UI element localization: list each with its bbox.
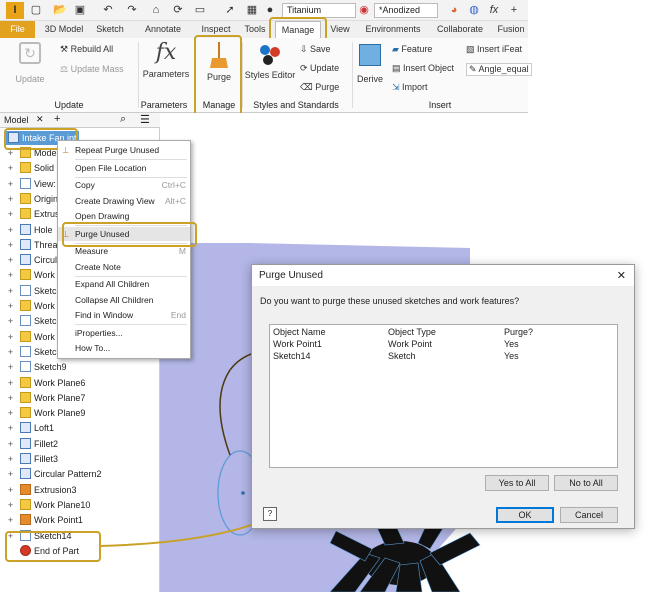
yes-to-all-button[interactable]: Yes to All <box>485 475 549 491</box>
row-type: Sketch <box>388 351 416 361</box>
no-to-all-button[interactable]: No to All <box>554 475 618 491</box>
col-purge[interactable]: Purge? <box>504 327 533 337</box>
row-purge[interactable]: Yes <box>504 339 519 349</box>
dialog-question: Do you want to purge these unused sketch… <box>260 296 520 306</box>
row-name[interactable]: Sketch14 <box>273 351 311 361</box>
close-icon[interactable]: ✕ <box>617 269 626 282</box>
dialog-body: Do you want to purge these unused sketch… <box>252 287 634 528</box>
row-name[interactable]: Work Point1 <box>273 339 322 349</box>
dialog-title: Purge Unused <box>252 265 634 287</box>
purge-list[interactable]: Object Name Object Type Purge? Work Poin… <box>269 324 618 468</box>
col-object-type[interactable]: Object Type <box>388 327 436 337</box>
row-type: Work Point <box>388 339 432 349</box>
ok-button[interactable]: OK <box>496 507 554 523</box>
row-purge[interactable]: Yes <box>504 351 519 361</box>
col-object-name[interactable]: Object Name <box>273 327 326 337</box>
purge-unused-dialog: Purge Unused ✕ Do you want to purge thes… <box>251 264 635 529</box>
cancel-button[interactable]: Cancel <box>560 507 618 523</box>
help-icon[interactable]: ? <box>263 507 277 521</box>
